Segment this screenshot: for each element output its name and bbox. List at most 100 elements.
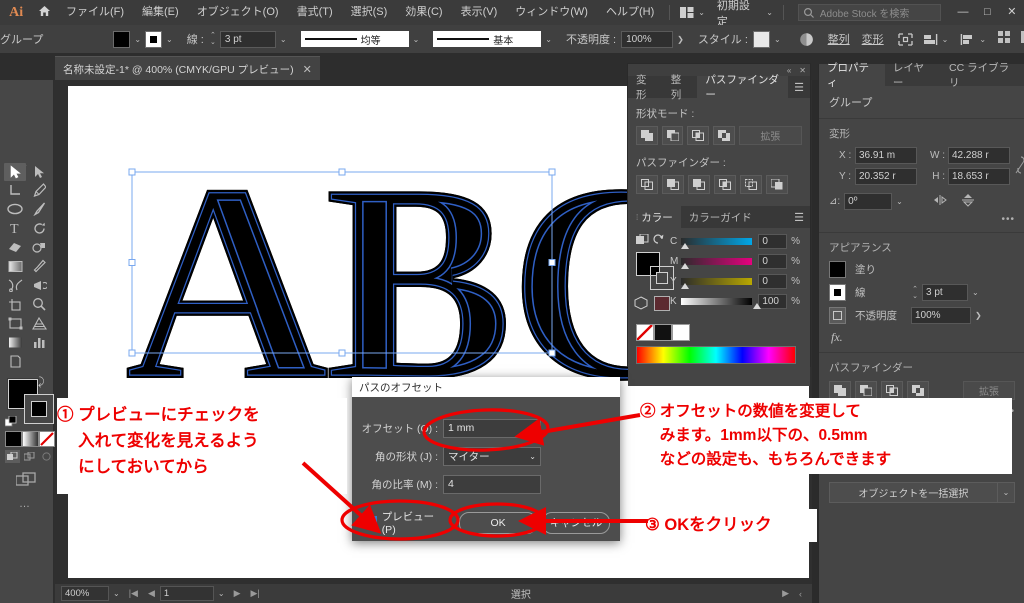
flip-horizontal-icon[interactable] bbox=[933, 194, 949, 209]
value-k[interactable]: 100 bbox=[758, 294, 788, 309]
rotate-tool[interactable] bbox=[28, 219, 50, 237]
zoom-tool[interactable] bbox=[28, 295, 50, 313]
stroke-color-swatch[interactable] bbox=[24, 394, 54, 424]
none-swatch[interactable] bbox=[636, 324, 654, 341]
w-input[interactable]: 42.288 r bbox=[948, 147, 1010, 164]
draw-normal-icon[interactable] bbox=[5, 450, 20, 463]
tab-transform[interactable]: 変形 bbox=[628, 74, 663, 101]
tab-pathfinder[interactable]: パスファインダー bbox=[697, 74, 789, 101]
menu-type[interactable]: 書式(T) bbox=[288, 0, 342, 25]
symbol-sprayer-tool[interactable] bbox=[28, 276, 50, 294]
align-button[interactable]: 整列 bbox=[828, 31, 850, 47]
tab-properties[interactable]: プロパティ bbox=[819, 62, 885, 89]
chevron-down-icon[interactable]: ⌄ bbox=[762, 8, 777, 17]
cancel-button[interactable]: キャンセル bbox=[541, 511, 610, 534]
preview-checkbox[interactable]: ✔ bbox=[364, 516, 377, 529]
chevron-down-icon[interactable]: ⌄ bbox=[162, 35, 177, 44]
fill-swatch[interactable] bbox=[829, 261, 846, 278]
offset-input[interactable]: 1 mm bbox=[443, 419, 541, 438]
document-tab[interactable]: 名称未設定-1* @ 400% (CMYK/GPU プレビュー) ✕ bbox=[55, 56, 320, 81]
brush-definition-dropdown[interactable]: 基本 bbox=[433, 31, 542, 47]
y-input[interactable]: 20.352 r bbox=[855, 168, 917, 185]
stroke-profile-dropdown[interactable]: 均等 bbox=[300, 31, 409, 47]
opacity-options-icon[interactable]: ❯ bbox=[673, 35, 688, 44]
stroke-weight-input[interactable]: 3 pt bbox=[922, 284, 968, 301]
color-icon[interactable] bbox=[5, 431, 22, 447]
menu-view[interactable]: 表示(V) bbox=[452, 0, 507, 25]
menu-window[interactable]: ウィンドウ(W) bbox=[506, 0, 597, 25]
color-space-icon[interactable] bbox=[634, 296, 648, 313]
ramp-c[interactable] bbox=[680, 238, 753, 249]
tab-layers[interactable]: レイヤー bbox=[885, 62, 941, 89]
none-icon[interactable] bbox=[39, 431, 55, 447]
expand-button[interactable]: 拡張 bbox=[738, 126, 802, 145]
minus-front-icon[interactable] bbox=[661, 126, 684, 145]
artboard-number-input[interactable]: 1 bbox=[159, 586, 214, 601]
default-fill-stroke-icon[interactable] bbox=[4, 415, 17, 431]
color-spectrum-bar[interactable] bbox=[636, 346, 796, 364]
draw-behind-icon[interactable] bbox=[22, 450, 37, 463]
ramp-m[interactable] bbox=[680, 258, 753, 269]
value-m[interactable]: 0 bbox=[758, 254, 788, 269]
more-tools-button[interactable]: … bbox=[19, 498, 31, 510]
next-page-icon[interactable]: ▶ bbox=[229, 588, 246, 599]
joins-dropdown[interactable]: マイター ⌄ bbox=[443, 447, 541, 466]
gradient-tool[interactable] bbox=[4, 333, 26, 351]
chevron-down-icon[interactable]: ⌄ bbox=[968, 288, 983, 297]
select-all-objects-button[interactable]: オブジェクトを一括選択 bbox=[829, 482, 998, 503]
menu-effect[interactable]: 効果(C) bbox=[396, 0, 451, 25]
menu-edit[interactable]: 編集(E) bbox=[133, 0, 188, 25]
slider-m[interactable]: M 0 % bbox=[670, 254, 800, 269]
home-icon[interactable] bbox=[32, 5, 57, 20]
panel-menu-icon[interactable]: ☰ bbox=[788, 76, 810, 98]
exclude-icon[interactable] bbox=[713, 126, 735, 145]
swap-fill-stroke-icon[interactable]: ⤸ bbox=[38, 376, 45, 389]
transform-more-button[interactable]: ••• bbox=[829, 214, 1015, 225]
chevron-down-icon[interactable]: ⌄ bbox=[541, 35, 556, 44]
value-c[interactable]: 0 bbox=[758, 234, 788, 249]
ramp-y[interactable] bbox=[680, 278, 753, 289]
opacity-options-icon[interactable]: ❯ bbox=[971, 311, 986, 320]
slider-k[interactable]: K 100 % bbox=[670, 294, 800, 309]
align-objects-icon[interactable]: ⌄ bbox=[923, 33, 953, 46]
black-swatch[interactable] bbox=[654, 324, 672, 341]
chevron-down-icon[interactable]: ⌄ bbox=[938, 35, 953, 44]
eraser-tool[interactable] bbox=[4, 238, 26, 256]
chevron-down-icon[interactable]: ⌄ bbox=[975, 35, 990, 44]
chevron-down-icon[interactable]: ⌄ bbox=[409, 35, 424, 44]
tab-align[interactable]: 整列 bbox=[663, 74, 698, 101]
first-page-icon[interactable]: |◀ bbox=[124, 588, 143, 599]
flip-vertical-icon[interactable] bbox=[961, 193, 975, 210]
white-swatch[interactable] bbox=[672, 324, 690, 341]
stroke-weight-input[interactable]: 3 pt bbox=[219, 30, 276, 48]
paintbrush-tool[interactable] bbox=[28, 200, 50, 218]
close-icon[interactable]: ✕ bbox=[799, 66, 806, 75]
direct-selection-tool[interactable] bbox=[28, 163, 50, 181]
stroke-swatch[interactable] bbox=[829, 284, 846, 301]
value-y[interactable]: 0 bbox=[758, 274, 788, 289]
transform-button[interactable]: 変形 bbox=[862, 31, 884, 47]
prev-page-icon[interactable]: ◀ bbox=[143, 588, 160, 599]
panel-menu-icon[interactable]: ☰ bbox=[788, 206, 810, 228]
selection-tool[interactable] bbox=[4, 163, 26, 181]
h-input[interactable]: 18.653 r bbox=[948, 168, 1010, 185]
column-graph-tool[interactable] bbox=[28, 333, 50, 351]
tab-cc-libraries[interactable]: CC ライブラリ bbox=[941, 62, 1024, 89]
arrange-options-icon[interactable] bbox=[1019, 31, 1024, 47]
intersect-icon[interactable] bbox=[687, 126, 710, 145]
maximize-button[interactable]: □ bbox=[975, 0, 999, 25]
minus-back-icon[interactable] bbox=[766, 175, 788, 194]
rectangle-tool[interactable] bbox=[4, 257, 26, 275]
opacity-input[interactable]: 100% bbox=[911, 307, 971, 324]
shape-builder-tool[interactable] bbox=[28, 238, 50, 256]
close-button[interactable]: ✕ bbox=[1000, 0, 1024, 25]
close-icon[interactable]: ✕ bbox=[303, 63, 312, 76]
chevron-down-icon[interactable]: ⌄ bbox=[770, 35, 785, 44]
zoom-level-input[interactable]: 400% bbox=[61, 586, 109, 601]
pen-tool[interactable] bbox=[28, 181, 50, 199]
stroke-swatch[interactable] bbox=[145, 30, 163, 48]
gradient-icon[interactable] bbox=[22, 431, 39, 447]
angle-input[interactable]: 0º bbox=[844, 193, 893, 210]
eyedropper-tool[interactable] bbox=[28, 257, 50, 275]
unlink-proportions-icon[interactable] bbox=[1015, 155, 1024, 178]
